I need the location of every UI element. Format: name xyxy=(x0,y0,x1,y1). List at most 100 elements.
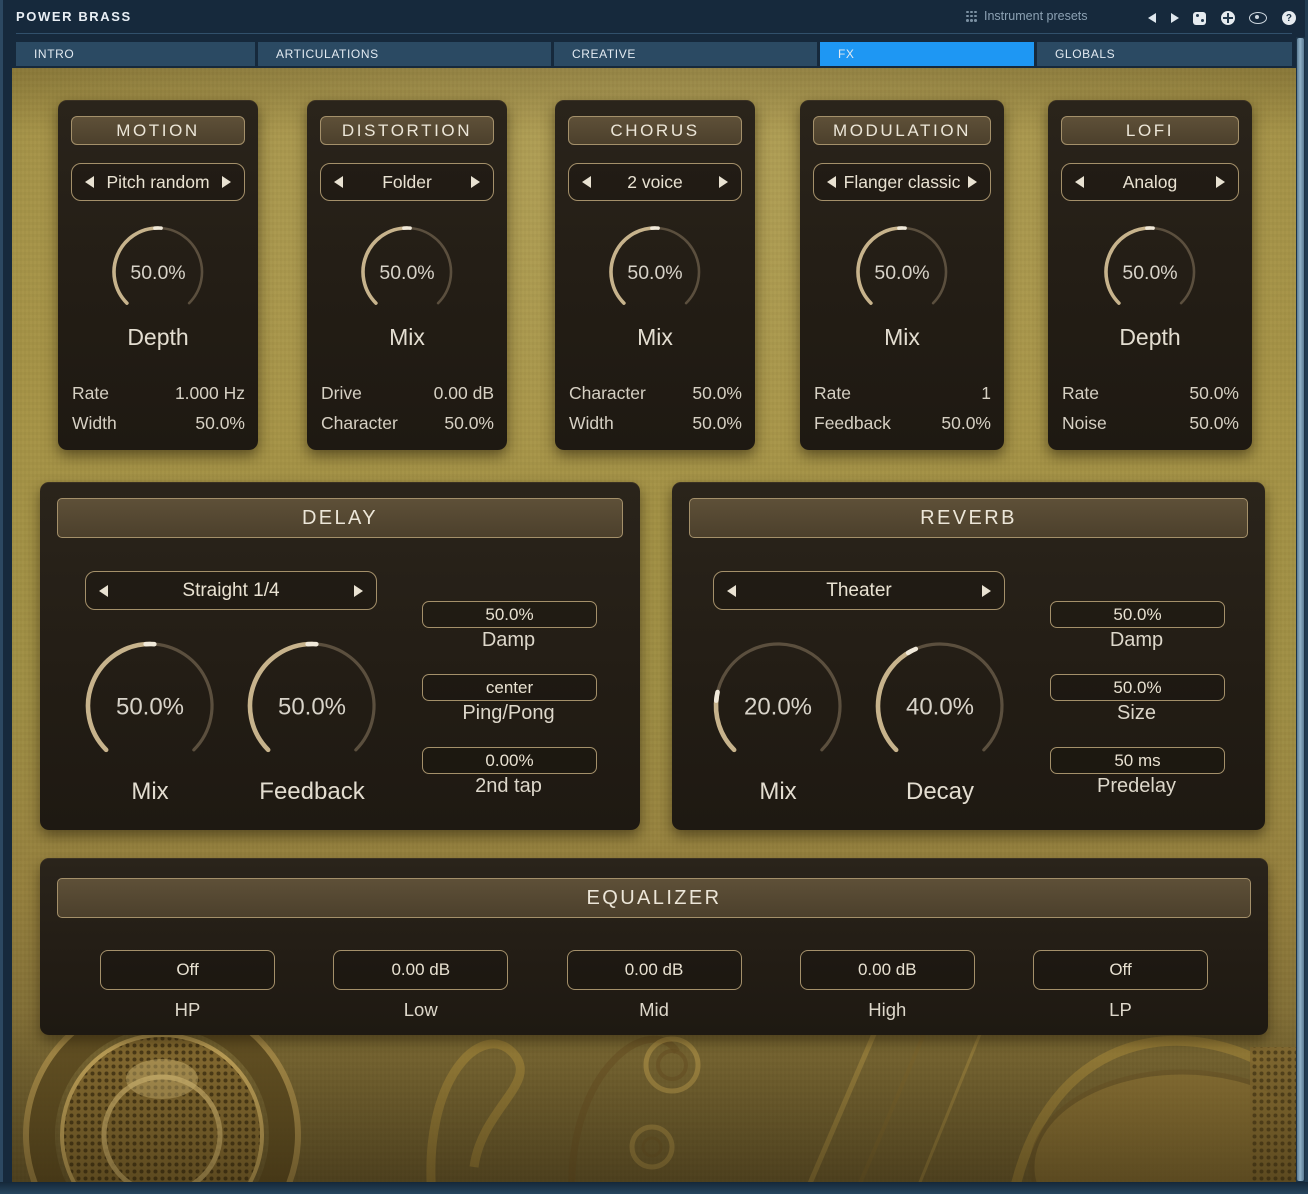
vertical-scrollbar[interactable] xyxy=(1296,37,1305,1182)
title-separator xyxy=(16,33,1292,34)
window-bottom-edge xyxy=(0,1182,1308,1194)
help-icon[interactable]: ? xyxy=(1282,11,1296,25)
panel-title: REVERB xyxy=(689,498,1248,538)
param-value[interactable]: 50.0% xyxy=(692,413,742,434)
delay-feedback-knob[interactable]: 50.0% xyxy=(237,638,387,779)
reverb-preset-selector[interactable]: Theater xyxy=(713,571,1005,610)
tab-globals[interactable]: GLOBALS xyxy=(1037,42,1292,66)
prev-arrow-icon[interactable] xyxy=(1075,176,1084,188)
prev-preset-icon[interactable] xyxy=(1148,13,1156,23)
param-name: Character xyxy=(569,383,646,404)
param-value[interactable]: 50.0% xyxy=(692,383,742,404)
window-edge-left xyxy=(0,0,3,1194)
eq-low-field[interactable]: 0.00 dB xyxy=(333,950,508,990)
mix-knob[interactable]: 50.0% xyxy=(800,222,1004,318)
next-preset-icon[interactable] xyxy=(1171,13,1179,23)
tab-creative[interactable]: CREATIVE xyxy=(554,42,817,66)
next-arrow-icon[interactable] xyxy=(968,176,977,188)
delay-mix-knob[interactable]: 50.0% xyxy=(75,638,225,779)
next-arrow-icon[interactable] xyxy=(719,176,728,188)
app-title: POWER BRASS xyxy=(16,9,132,24)
next-arrow-icon[interactable] xyxy=(982,585,991,597)
tab-bar: INTRO ARTICULATIONS CREATIVE FX GLOBALS xyxy=(16,42,1292,66)
module-title: DISTORTION xyxy=(320,116,494,145)
reverb-size-field[interactable]: 50.0% xyxy=(1050,674,1225,701)
eq-band-label: Low xyxy=(333,999,508,1021)
eye-icon[interactable] xyxy=(1249,12,1267,24)
presets-label: Instrument presets xyxy=(984,9,1088,23)
tab-articulations[interactable]: ARTICULATIONS xyxy=(258,42,551,66)
eq-high-field[interactable]: 0.00 dB xyxy=(800,950,975,990)
eq-band-label: High xyxy=(800,999,975,1021)
preset-selector[interactable]: Instrument presets xyxy=(966,9,1088,23)
reverb-predelay-field[interactable]: 50 ms xyxy=(1050,747,1225,774)
param-row: Rate1 xyxy=(814,379,991,409)
param-row: Feedback50.0% xyxy=(814,409,991,439)
field-label: Damp xyxy=(422,629,595,652)
param-value[interactable]: 50.0% xyxy=(1189,383,1239,404)
depth-knob[interactable]: 50.0% xyxy=(58,222,258,318)
param-value[interactable]: 1 xyxy=(981,383,991,404)
next-arrow-icon[interactable] xyxy=(354,585,363,597)
param-name: Rate xyxy=(72,383,109,404)
tab-fx[interactable]: FX xyxy=(820,42,1034,66)
param-value[interactable]: 1.000 Hz xyxy=(175,383,245,404)
target-icon[interactable] xyxy=(1221,11,1235,25)
prev-arrow-icon[interactable] xyxy=(582,176,591,188)
prev-arrow-icon[interactable] xyxy=(334,176,343,188)
scrollbar-thumb[interactable] xyxy=(1297,38,1304,1181)
lofi-params: Rate50.0% Noise50.0% xyxy=(1062,379,1239,438)
field-label: Ping/Pong xyxy=(422,702,595,725)
field-label: 2nd tap xyxy=(422,775,595,798)
modulation-params: Rate1 Feedback50.0% xyxy=(814,379,991,438)
next-arrow-icon[interactable] xyxy=(222,176,231,188)
random-preset-dice-icon[interactable] xyxy=(1193,12,1206,25)
eq-lp-band: Off LP xyxy=(1033,950,1208,1021)
delay-preset-selector[interactable]: Straight 1/4 xyxy=(85,571,377,610)
depth-knob[interactable]: 50.0% xyxy=(1048,222,1252,318)
param-value[interactable]: 50.0% xyxy=(1189,413,1239,434)
prev-arrow-icon[interactable] xyxy=(85,176,94,188)
motion-preset-selector[interactable]: Pitch random xyxy=(71,163,245,201)
prev-arrow-icon[interactable] xyxy=(827,176,836,188)
prev-arrow-icon[interactable] xyxy=(99,585,108,597)
modulation-preset-selector[interactable]: Flanger classic xyxy=(813,163,991,201)
tab-label: FX xyxy=(838,47,855,61)
eq-mid-field[interactable]: 0.00 dB xyxy=(567,950,742,990)
eq-hp-band: Off HP xyxy=(100,950,275,1021)
selector-value: Folder xyxy=(343,172,471,193)
delay-panel: DELAY Straight 1/4 50.0% Mix 50.0% Feedb… xyxy=(40,482,640,830)
param-value[interactable]: 0.00 dB xyxy=(434,383,494,404)
prev-arrow-icon[interactable] xyxy=(727,585,736,597)
next-arrow-icon[interactable] xyxy=(471,176,480,188)
knob-label: Mix xyxy=(307,324,507,351)
param-name: Width xyxy=(569,413,614,434)
param-row: Noise50.0% xyxy=(1062,409,1239,439)
lofi-preset-selector[interactable]: Analog xyxy=(1061,163,1239,201)
chorus-params: Character 50.0% Width 50.0% xyxy=(569,379,742,438)
delay-2ndtap-field[interactable]: 0.00% xyxy=(422,747,597,774)
param-value[interactable]: 50.0% xyxy=(444,413,494,434)
chorus-preset-selector[interactable]: 2 voice xyxy=(568,163,742,201)
tab-intro[interactable]: INTRO xyxy=(16,42,255,66)
reverb-mix-knob[interactable]: 20.0% xyxy=(703,638,853,779)
eq-hp-field[interactable]: Off xyxy=(100,950,275,990)
param-value[interactable]: 50.0% xyxy=(941,413,991,434)
panel-title: EQUALIZER xyxy=(57,878,1251,918)
selector-value: Flanger classic xyxy=(836,172,968,193)
delay-pingpong-field[interactable]: center xyxy=(422,674,597,701)
svg-text:50.0%: 50.0% xyxy=(278,694,346,721)
eq-lp-field[interactable]: Off xyxy=(1033,950,1208,990)
distortion-params: Drive0.00 dB Character50.0% xyxy=(321,379,494,438)
mix-knob[interactable]: 50.0% xyxy=(555,222,755,318)
mix-knob[interactable]: 50.0% xyxy=(307,222,507,318)
param-value[interactable]: 50.0% xyxy=(195,413,245,434)
knob-label: Mix xyxy=(800,324,1004,351)
motion-module: MOTION Pitch random 50.0% Depth Rate1.00… xyxy=(58,100,258,450)
reverb-decay-knob[interactable]: 40.0% xyxy=(865,638,1015,779)
delay-damp-field[interactable]: 50.0% xyxy=(422,601,597,628)
distortion-preset-selector[interactable]: Folder xyxy=(320,163,494,201)
next-arrow-icon[interactable] xyxy=(1216,176,1225,188)
svg-text:20.0%: 20.0% xyxy=(744,694,812,721)
reverb-damp-field[interactable]: 50.0% xyxy=(1050,601,1225,628)
